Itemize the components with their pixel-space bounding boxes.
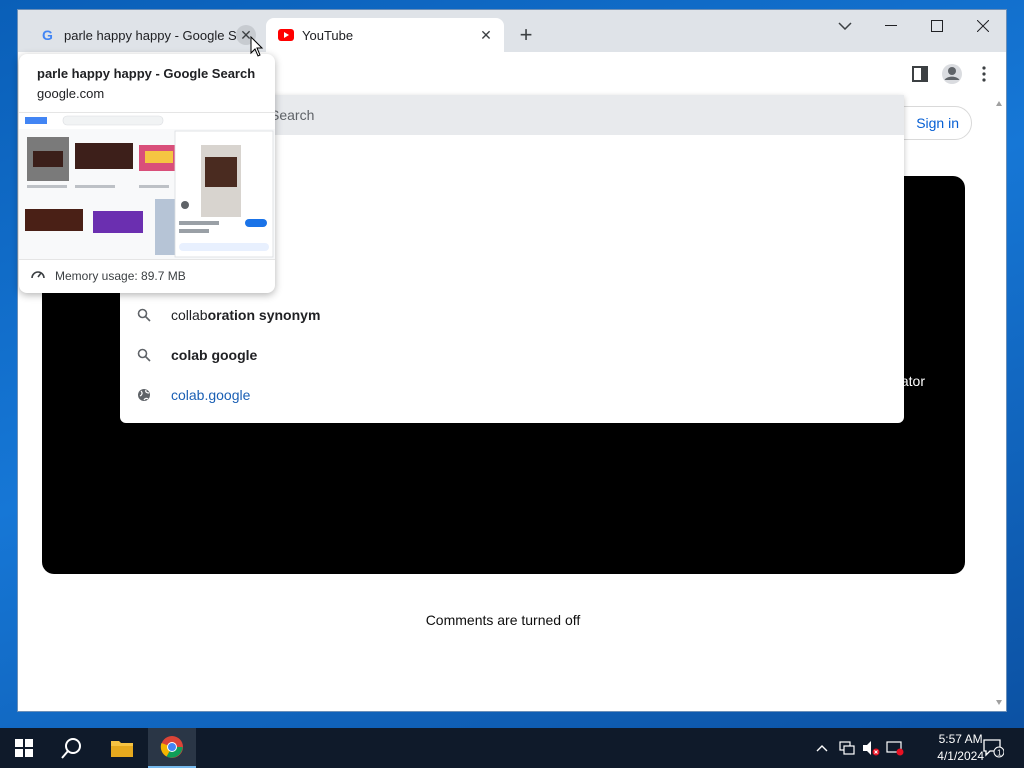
suggestion-item[interactable]: colab.google [120, 375, 904, 415]
globe-icon [120, 388, 168, 402]
tab-search-icon[interactable] [822, 10, 868, 42]
tab-hover-card: parle happy happy - Google Search google… [19, 54, 275, 293]
search-icon [120, 348, 168, 362]
close-window-button[interactable] [960, 10, 1006, 42]
memory-usage: Memory usage: 89.7 MB [31, 268, 186, 283]
new-tab-button[interactable]: + [514, 24, 538, 48]
suggestion-completion: oration synonym [207, 307, 321, 323]
start-windows-icon[interactable] [0, 728, 48, 768]
maximize-button[interactable] [914, 10, 960, 42]
page-scrollbar[interactable] [992, 96, 1006, 711]
close-tab-icon[interactable]: ✕ [476, 25, 496, 45]
tab-title: parle happy happy - Google Search [64, 27, 236, 43]
google-icon: G [40, 27, 56, 43]
notification-count: 1 [997, 749, 1002, 758]
gauge-icon [31, 268, 45, 283]
youtube-icon [278, 27, 294, 43]
search-icon[interactable] [48, 728, 96, 768]
hover-card-domain: google.com [37, 86, 105, 101]
file-explorer-icon[interactable] [98, 728, 146, 768]
suggestion-completion: colab google [171, 347, 258, 363]
suggestion-item[interactable]: colab google [120, 335, 904, 375]
menu-kebab-icon[interactable] [972, 62, 996, 86]
display-icon[interactable] [884, 728, 906, 768]
suggestion-prefix: collab [171, 307, 208, 323]
suggestion-url: colab.google [171, 387, 251, 403]
memory-usage-label: Memory usage: 89.7 MB [55, 268, 186, 283]
chrome-taskbar-icon[interactable] [148, 728, 196, 768]
comments-status: Comments are turned off [425, 612, 581, 628]
volume-muted-icon[interactable] [860, 728, 882, 768]
minimize-button[interactable] [868, 10, 914, 42]
mouse-cursor-icon [250, 35, 264, 63]
network-icon[interactable] [836, 728, 858, 768]
tab-google-search[interactable]: G parle happy happy - Google Search ✕ [28, 18, 264, 52]
tab-preview-thumbnail [19, 112, 275, 260]
search-icon [120, 308, 168, 322]
clock-time: 5:57 AM [938, 732, 983, 746]
suggestion-item[interactable]: collaboration synonym [120, 295, 904, 335]
video-overlay-text: ator [900, 373, 925, 389]
clock-date: 4/1/2024 [937, 749, 984, 763]
profile-avatar-icon[interactable] [940, 62, 964, 86]
tab-strip: G parle happy happy - Google Search ✕ Yo… [18, 10, 1006, 52]
side-panel-icon[interactable] [908, 62, 932, 86]
svg-text:G: G [42, 27, 53, 43]
notifications-icon[interactable]: 1 [978, 728, 1008, 768]
system-clock[interactable]: 5:57 AM 4/1/2024 [937, 731, 984, 765]
tab-youtube[interactable]: YouTube ✕ [266, 18, 504, 52]
sign-in-label: Sign in [916, 115, 959, 131]
hover-card-title: parle happy happy - Google Search [37, 66, 256, 81]
chevron-up-icon[interactable] [812, 728, 832, 768]
omnibox-placeholder: Search [270, 107, 315, 123]
windows-taskbar: 5:57 AM 4/1/2024 1 [0, 728, 1024, 768]
tab-title: YouTube [302, 27, 354, 43]
